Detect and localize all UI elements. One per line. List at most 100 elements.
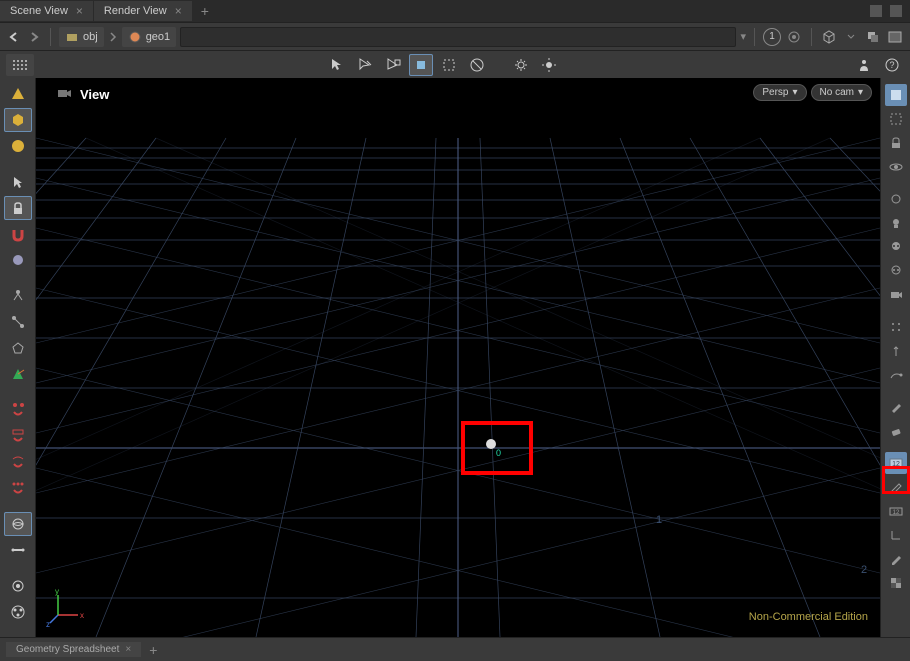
viewport-3d[interactable]: View Persp ▾ No cam ▾ <box>36 78 880 637</box>
select-edge-icon[interactable] <box>353 54 377 76</box>
camera-dropdown[interactable]: No cam ▾ <box>811 84 872 101</box>
construction-plane-icon[interactable] <box>4 512 32 536</box>
triangle-yellow-icon[interactable] <box>4 82 32 106</box>
radius-select-icon[interactable] <box>465 54 489 76</box>
ghost-icon[interactable] <box>885 108 907 130</box>
gear-icon[interactable] <box>509 54 533 76</box>
svg-text:1: 1 <box>656 514 662 526</box>
help-icon[interactable]: ? <box>880 54 904 76</box>
angle-icon[interactable] <box>885 524 907 546</box>
tab-label: Scene View <box>10 5 68 17</box>
viewport-grid: 1 2 <box>36 78 880 637</box>
path-input[interactable] <box>180 27 736 47</box>
camera-icon <box>56 86 72 103</box>
close-icon[interactable]: × <box>76 4 83 18</box>
magnet-red-icon[interactable] <box>4 222 32 246</box>
skull2-icon[interactable] <box>885 260 907 282</box>
vertex-icon[interactable] <box>4 284 32 308</box>
left-toolbar <box>0 78 36 637</box>
path-label: geo1 <box>146 31 170 43</box>
show-normals-icon[interactable] <box>885 340 907 362</box>
viewport-toolbar: ? <box>0 50 910 78</box>
viewport-title: View <box>80 87 109 102</box>
brush-icon[interactable] <box>885 396 907 418</box>
lock-tool[interactable] <box>4 196 32 220</box>
snap-grid-icon[interactable] <box>4 424 32 448</box>
navigation-bar: obj geo1 ▾ 1 <box>0 22 910 50</box>
orbit-icon[interactable] <box>885 156 907 178</box>
person-icon[interactable] <box>852 54 876 76</box>
path-segment-obj[interactable]: obj <box>59 27 104 47</box>
dropdown-icon[interactable]: ▾ <box>740 30 746 43</box>
chevron-down-icon: ▾ <box>858 87 863 98</box>
edit-icon[interactable] <box>885 548 907 570</box>
normals-icon[interactable] <box>4 362 32 386</box>
transparency-icon[interactable] <box>885 572 907 594</box>
sphere-tool[interactable] <box>4 248 32 272</box>
persp-dropdown[interactable]: Persp ▾ <box>753 84 806 101</box>
svg-text:x: x <box>80 611 84 620</box>
path-segment-geo[interactable]: geo1 <box>122 27 176 47</box>
panel-icon[interactable] <box>886 28 904 46</box>
face-icon[interactable] <box>4 336 32 360</box>
select-object-icon[interactable] <box>409 54 433 76</box>
lock-icon[interactable] <box>885 132 907 154</box>
axes-gizmo: x y z <box>46 587 86 627</box>
viewer-index[interactable]: 1 <box>763 28 781 46</box>
snap-multi-icon[interactable] <box>4 476 32 500</box>
back-button[interactable] <box>6 29 22 45</box>
maximize-button[interactable] <box>890 5 902 17</box>
bulb-icon[interactable] <box>885 212 907 234</box>
forward-button[interactable] <box>26 29 42 45</box>
layers-icon[interactable] <box>864 28 882 46</box>
highlight-annotation-right <box>882 466 910 494</box>
gizmo-icon[interactable] <box>885 188 907 210</box>
tab-bar: Scene View × Render View × + <box>0 0 910 22</box>
right-toolbar: 12 12 <box>880 78 910 637</box>
main-area: View Persp ▾ No cam ▾ <box>0 78 910 637</box>
close-icon[interactable]: × <box>125 644 131 655</box>
bottom-tab-spreadsheet[interactable]: Geometry Spreadsheet × <box>6 642 141 657</box>
skull-icon[interactable] <box>885 236 907 258</box>
render-icon[interactable] <box>4 574 32 598</box>
tab-scene-view[interactable]: Scene View × <box>0 1 93 21</box>
chevron-down-icon: ▾ <box>792 87 797 98</box>
edge-icon[interactable] <box>4 310 32 334</box>
edition-watermark: Non-Commercial Edition <box>749 611 868 623</box>
ortho-icon[interactable] <box>4 538 32 562</box>
minimize-button[interactable] <box>870 5 882 17</box>
tab-render-view[interactable]: Render View × <box>94 1 192 21</box>
select-arrow-icon[interactable] <box>325 54 349 76</box>
svg-text:12: 12 <box>892 510 899 516</box>
display-all-icon[interactable] <box>885 84 907 106</box>
svg-text:2: 2 <box>861 564 867 576</box>
reel-icon[interactable] <box>4 600 32 624</box>
sun-icon[interactable] <box>537 54 561 76</box>
grid-menu-button[interactable] <box>6 54 34 76</box>
select-face-icon[interactable] <box>381 54 405 76</box>
eraser-icon[interactable] <box>885 420 907 442</box>
label-12-icon[interactable]: 12 <box>885 500 907 522</box>
snap-curve-icon[interactable] <box>4 450 32 474</box>
box-icon[interactable] <box>820 28 838 46</box>
close-icon[interactable]: × <box>175 4 182 18</box>
bottom-bar: Geometry Spreadsheet × + <box>0 637 910 661</box>
svg-text:y: y <box>55 587 59 596</box>
show-points-icon[interactable] <box>885 316 907 338</box>
area-select-icon[interactable] <box>437 54 461 76</box>
pointer-tool[interactable] <box>4 170 32 194</box>
highlight-annotation-center <box>461 421 533 475</box>
add-tab-button[interactable]: + <box>193 0 217 22</box>
cube-down-icon[interactable] <box>842 28 860 46</box>
svg-text:?: ? <box>889 60 894 70</box>
path-label: obj <box>83 31 98 43</box>
show-trails-icon[interactable] <box>885 364 907 386</box>
target-icon[interactable] <box>785 28 803 46</box>
camera-icon[interactable] <box>885 284 907 306</box>
cube-yellow-icon[interactable] <box>4 108 32 132</box>
svg-text:z: z <box>46 620 50 627</box>
snap-points-icon[interactable] <box>4 398 32 422</box>
sphere-yellow-icon[interactable] <box>4 134 32 158</box>
tab-label: Render View <box>104 5 167 17</box>
add-bottom-tab[interactable]: + <box>141 642 165 658</box>
